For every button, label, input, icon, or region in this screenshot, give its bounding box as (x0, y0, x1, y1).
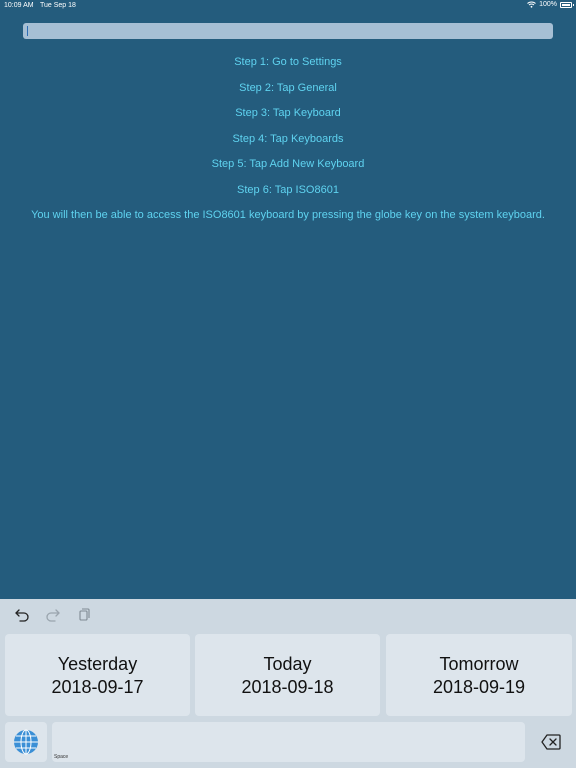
redo-icon (46, 609, 60, 622)
instruction-step: Step 1: Go to Settings (234, 56, 342, 68)
text-input[interactable] (23, 23, 553, 39)
undo-icon (15, 609, 29, 622)
instructions: Step 1: Go to Settings Step 2: Tap Gener… (0, 54, 576, 233)
undo-button[interactable] (13, 606, 31, 624)
date-key-value: 2018-09-18 (241, 677, 334, 697)
wifi-icon (527, 1, 536, 8)
tomorrow-key[interactable]: Tomorrow 2018-09-19 (386, 634, 572, 716)
status-indicators: 100% (527, 1, 574, 8)
instruction-step: Step 3: Tap Keyboard (235, 107, 341, 119)
status-bar: 10:09 AM Tue Sep 18 100% (0, 0, 576, 12)
date-key-value: 2018-09-19 (432, 677, 526, 697)
text-cursor (27, 26, 28, 36)
date-key-label: Tomorrow (439, 654, 519, 674)
delete-key[interactable] (530, 722, 572, 762)
yesterday-key[interactable]: Yesterday 2018-09-17 (5, 634, 190, 716)
battery-percentage: 100% (539, 1, 557, 8)
keyboard-shortcut-bar (0, 599, 576, 631)
globe-key[interactable] (5, 722, 47, 762)
date-key-label: Yesterday (57, 654, 138, 674)
globe-icon (14, 729, 38, 755)
instruction-step: Step 5: Tap Add New Keyboard (211, 158, 365, 170)
instruction-step: Step 2: Tap General (239, 81, 337, 94)
status-time: 10:09 AM (4, 2, 34, 9)
space-key[interactable]: Space (52, 722, 525, 762)
instruction-note: You will then be able to access the ISO8… (31, 209, 545, 221)
battery-icon (560, 1, 574, 8)
instruction-step: Step 4: Tap Keyboards (232, 132, 344, 145)
instruction-step: Step 6: Tap ISO8601 (237, 183, 339, 196)
status-date: Tue Sep 18 (40, 2, 76, 9)
date-key-value: 2018-09-17 (51, 677, 144, 697)
date-key-label: Today (263, 654, 312, 674)
space-key-label: Space (54, 754, 69, 760)
paste-icon (79, 608, 90, 621)
paste-button[interactable] (75, 606, 93, 624)
today-key[interactable]: Today 2018-09-18 (195, 634, 380, 716)
redo-button[interactable] (44, 606, 62, 624)
iso8601-keyboard: Yesterday 2018-09-17 Today 2018-09-18 To… (0, 599, 576, 768)
delete-icon (541, 734, 561, 750)
